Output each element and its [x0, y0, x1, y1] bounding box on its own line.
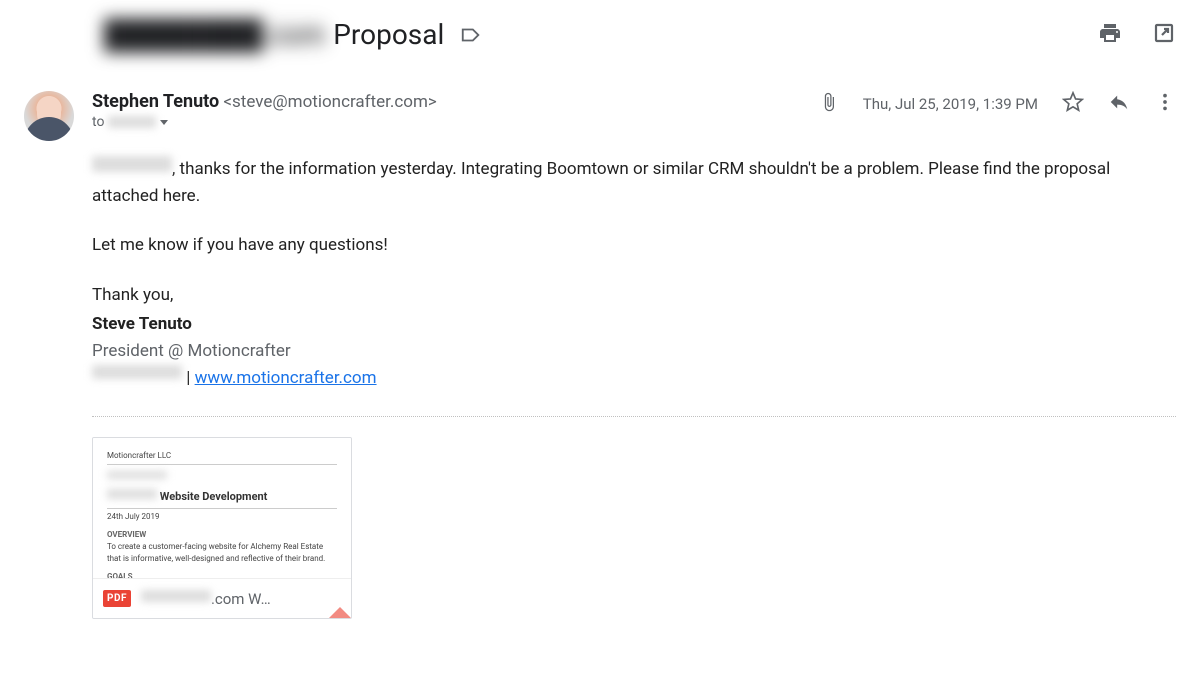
- sender-email: <steve@motioncrafter.com>: [223, 92, 436, 112]
- pdf-badge-icon: PDF: [103, 590, 131, 607]
- sender-name: Stephen Tenuto: [92, 91, 219, 112]
- star-icon[interactable]: [1062, 91, 1084, 117]
- filename-redacted: ██████: [141, 590, 211, 602]
- preview-overview-label: OVERVIEW: [107, 529, 337, 541]
- subject-text: Proposal: [333, 18, 444, 51]
- label-icon[interactable]: [460, 24, 482, 46]
- preview-title-rest: Website Development: [157, 490, 267, 503]
- subject-redacted: ████████.com: [104, 18, 325, 51]
- recipients-line[interactable]: to ████: [92, 114, 437, 130]
- email-body: ████████, thanks for the information yes…: [92, 156, 1176, 392]
- attachment-preview: Motioncrafter LLC ██████ Website Develop…: [93, 438, 351, 578]
- chevron-down-icon[interactable]: [160, 120, 168, 125]
- message-meta: Thu, Jul 25, 2019, 1:39 PM: [819, 91, 1176, 117]
- filename-rest: .com W…: [211, 590, 271, 608]
- signature-title: President @ Motioncrafter: [92, 338, 1176, 365]
- attachment-divider: [92, 416, 1176, 417]
- page-corner-icon: [328, 595, 352, 619]
- message-header: Stephen Tenuto <steve@motioncrafter.com>…: [92, 91, 1176, 130]
- body-paragraph-1: ████████, thanks for the information yes…: [92, 156, 1176, 210]
- avatar[interactable]: [24, 91, 74, 141]
- print-icon[interactable]: [1098, 21, 1122, 49]
- reply-icon[interactable]: [1108, 91, 1130, 117]
- preview-title-redacted: ██████: [107, 489, 157, 499]
- preview-company: Motioncrafter LLC: [107, 450, 337, 462]
- body-p1-text: , thanks for the information yesterday. …: [92, 159, 1110, 206]
- attachment-card[interactable]: Motioncrafter LLC ██████ Website Develop…: [92, 437, 352, 619]
- preview-date: 24th July 2019: [107, 511, 337, 523]
- body-redacted-name: ████████: [92, 156, 172, 172]
- signature-separator: |: [182, 368, 195, 388]
- signature-link[interactable]: www.motioncrafter.com: [195, 368, 377, 388]
- body-paragraph-2: Let me know if you have any questions!: [92, 232, 1176, 259]
- to-label: to: [92, 114, 104, 130]
- signature-phone-redacted: ███████: [92, 365, 182, 379]
- subject-left: ████████.com Proposal: [104, 18, 482, 51]
- signature-contact: ███████ | www.motioncrafter.com: [92, 365, 1176, 392]
- message-date: Thu, Jul 25, 2019, 1:39 PM: [863, 95, 1038, 113]
- open-new-window-icon[interactable]: [1152, 21, 1176, 49]
- body-paragraph-3: Thank you,: [92, 282, 1176, 309]
- preview-overview-text: To create a customer-facing website for …: [107, 541, 337, 565]
- sender-line: Stephen Tenuto <steve@motioncrafter.com>: [92, 91, 437, 112]
- attachment-icon[interactable]: [819, 92, 839, 116]
- preview-title: ██████ Website Development: [107, 489, 337, 506]
- attachment-bar: PDF ██████.com W…: [93, 578, 351, 618]
- more-icon[interactable]: [1154, 91, 1176, 117]
- signature: Steve Tenuto President @ Motioncrafter █…: [92, 311, 1176, 393]
- signature-name: Steve Tenuto: [92, 311, 1176, 338]
- attachment-filename: ██████.com W…: [141, 590, 271, 608]
- to-redacted: ████: [108, 116, 156, 128]
- email-message: Stephen Tenuto <steve@motioncrafter.com>…: [24, 91, 1176, 619]
- preview-goals-label: GOALS: [107, 571, 337, 579]
- email-subject-row: ████████.com Proposal: [24, 18, 1176, 51]
- header-actions: [1098, 21, 1176, 49]
- preview-redacted: [107, 471, 167, 479]
